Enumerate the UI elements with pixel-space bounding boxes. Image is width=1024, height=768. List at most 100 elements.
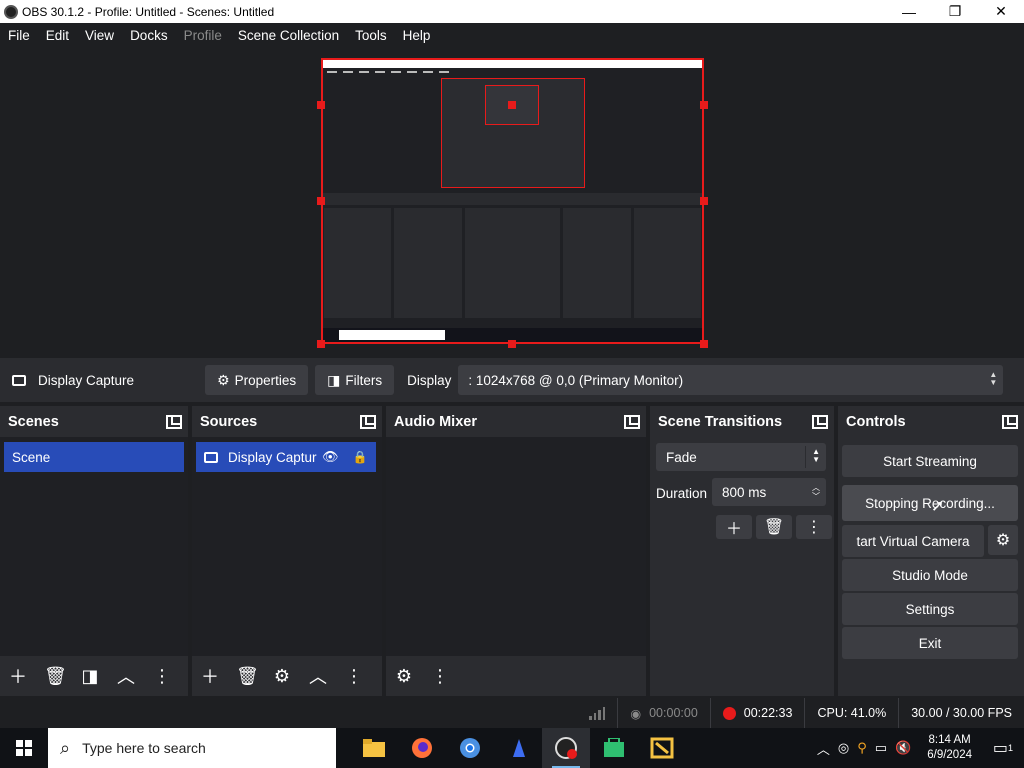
search-tray-icon[interactable]: ⚲: [857, 740, 867, 756]
remove-transition-button[interactable]: 🗑: [756, 515, 792, 539]
move-up-icon[interactable]: ︿: [116, 663, 136, 689]
resize-handle[interactable]: [700, 340, 708, 348]
notification-center-icon[interactable]: ▭ 1: [988, 728, 1018, 768]
move-up-icon[interactable]: ︿: [308, 663, 328, 689]
menu-profile[interactable]: Profile: [176, 28, 230, 43]
window-title: OBS 30.1.2 - Profile: Untitled - Scenes:…: [22, 4, 275, 19]
undock-icon[interactable]: [624, 414, 640, 429]
menu-tools[interactable]: Tools: [347, 28, 395, 43]
firefox-icon[interactable]: [398, 728, 446, 768]
transitions-title: Scene Transitions: [658, 413, 783, 430]
duration-spinbox[interactable]: 800 ms ︿ ﹀: [712, 478, 826, 506]
eye-icon[interactable]: 👁: [322, 449, 339, 465]
obs-logo-icon: [4, 4, 18, 19]
resize-handle[interactable]: [317, 340, 325, 348]
volume-muted-icon[interactable]: 🔇: [895, 740, 911, 756]
obs-window: OBS 30.1.2 - Profile: Untitled - Scenes:…: [0, 0, 1024, 768]
filters-button[interactable]: ◨ Filters: [315, 365, 395, 395]
cpu-usage: CPU: 41.0%: [804, 698, 898, 728]
windows-logo-icon: [16, 740, 32, 756]
audio-mixer-title: Audio Mixer: [394, 413, 477, 430]
close-button[interactable]: ✕: [978, 0, 1024, 23]
start-virtual-camera-button[interactable]: tart Virtual Camera: [842, 525, 984, 557]
resize-handle[interactable]: [317, 101, 325, 109]
menu-scene-collection[interactable]: Scene Collection: [230, 28, 347, 43]
menu-view[interactable]: View: [77, 28, 122, 43]
app-icon[interactable]: [494, 728, 542, 768]
display-select[interactable]: : 1024x768 @ 0,0 (Primary Monitor) ▲ ▼: [458, 365, 1004, 395]
status-bar: ◉ 00:00:00 00:22:33 CPU: 41.0% 30.00 / 3…: [0, 698, 1024, 728]
add-scene-button[interactable]: ＋: [8, 663, 28, 689]
chevron-up-icon[interactable]: ︿: [817, 739, 830, 758]
menu-help[interactable]: Help: [395, 28, 439, 43]
selected-source-name: Display Capture: [38, 372, 135, 388]
scene-transitions-dock: Scene Transitions Fade ▲ ▼ Duration 800 m…: [650, 406, 834, 696]
tool-icon[interactable]: [638, 728, 686, 768]
audio-mixer-area: [386, 437, 646, 656]
obs-taskbar-icon[interactable]: [542, 728, 590, 768]
chevron-updown-icon: ▲ ▼: [812, 447, 820, 464]
menu-edit[interactable]: Edit: [38, 28, 77, 43]
source-toolbar: Display Capture ⚙ Properties ◨ Filters D…: [0, 358, 1024, 402]
settings-button[interactable]: Settings: [842, 593, 1018, 625]
studio-mode-button[interactable]: Studio Mode: [842, 559, 1018, 591]
resize-handle[interactable]: [700, 197, 708, 205]
source-item[interactable]: Display Captur 👁 🔒: [196, 442, 376, 472]
sources-dock: Sources Display Captur 👁 🔒 ＋ 🗑 ⚙ ︿ ⋮: [192, 406, 382, 696]
selected-source: Display Capture: [0, 373, 205, 388]
transition-select[interactable]: Fade ▲ ▼: [656, 443, 826, 471]
transition-more-button[interactable]: ⋮: [796, 515, 832, 539]
gear-icon: ⚙: [217, 371, 230, 388]
mouse-cursor-icon: ➚: [931, 498, 945, 515]
more-icon[interactable]: ⋮: [344, 666, 364, 687]
sources-title: Sources: [200, 413, 258, 430]
scene-filters-button[interactable]: ◨: [80, 666, 100, 687]
start-streaming-button[interactable]: Start Streaming: [842, 445, 1018, 477]
remove-scene-button[interactable]: 🗑: [44, 666, 67, 687]
store-icon[interactable]: [590, 728, 638, 768]
more-icon[interactable]: ⋮: [152, 666, 172, 687]
exit-button[interactable]: Exit: [842, 627, 1018, 659]
taskbar-search-box[interactable]: ⌕ Type here to search: [48, 728, 336, 768]
controls-dock: Controls Start Streaming Stopping Record…: [838, 406, 1024, 696]
record-status: 00:22:33: [709, 698, 805, 728]
record-dot-icon: [722, 706, 736, 720]
minimize-button[interactable]: —: [886, 0, 932, 23]
advanced-audio-gear-icon[interactable]: ⚙: [394, 666, 414, 687]
start-button[interactable]: [0, 728, 48, 768]
gear-icon[interactable]: ⚙: [272, 666, 292, 687]
title-bar: OBS 30.1.2 - Profile: Untitled - Scenes:…: [0, 0, 1024, 23]
virtual-camera-settings-gear-icon[interactable]: ⚙: [988, 525, 1018, 555]
taskbar-clock[interactable]: 8:14 AM 6/9/2024: [927, 733, 972, 763]
menu-file[interactable]: File: [0, 28, 38, 43]
file-explorer-icon[interactable]: [350, 728, 398, 768]
maximize-button[interactable]: ❐: [932, 0, 978, 23]
scenes-dock: Scenes Scene ＋ 🗑 ◨ ︿ ⋮: [0, 406, 188, 696]
scenes-title: Scenes: [8, 413, 59, 430]
undock-icon[interactable]: [1002, 414, 1018, 429]
scene-item[interactable]: Scene: [4, 442, 184, 472]
undock-icon[interactable]: [812, 414, 828, 429]
more-icon[interactable]: ⋮: [430, 666, 450, 687]
add-transition-button[interactable]: ＋: [716, 515, 752, 539]
lock-icon[interactable]: 🔒: [353, 450, 368, 464]
duration-label: Duration: [656, 486, 708, 501]
spin-arrows-icon[interactable]: ︿ ﹀: [812, 483, 820, 501]
resize-handle[interactable]: [700, 101, 708, 109]
undock-icon[interactable]: [360, 414, 376, 429]
properties-button[interactable]: ⚙ Properties: [205, 365, 309, 395]
add-source-button[interactable]: ＋: [200, 663, 220, 689]
chrome-icon[interactable]: [446, 728, 494, 768]
undock-icon[interactable]: [166, 414, 182, 429]
preview-area: [0, 47, 1024, 357]
display-tray-icon[interactable]: ▭: [875, 740, 887, 756]
controls-title: Controls: [846, 413, 906, 430]
menu-docks[interactable]: Docks: [122, 28, 176, 43]
resize-handle[interactable]: [508, 340, 516, 348]
stop-recording-button[interactable]: Stopping Recording...: [842, 485, 1018, 521]
network-indicator: [577, 698, 617, 728]
resize-handle[interactable]: [508, 101, 516, 109]
resize-handle[interactable]: [317, 197, 325, 205]
network-tray-icon[interactable]: ◎: [838, 740, 849, 756]
remove-source-button[interactable]: 🗑: [236, 666, 259, 687]
